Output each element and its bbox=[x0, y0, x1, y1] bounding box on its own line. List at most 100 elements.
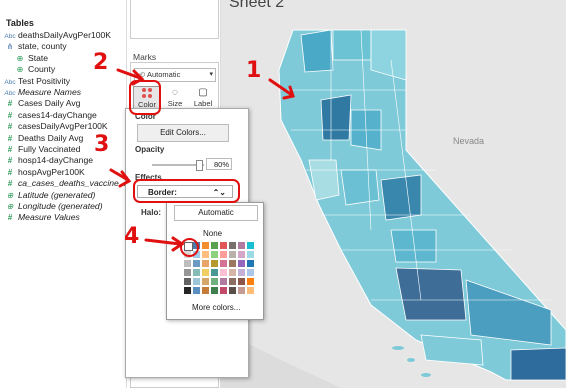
field-item[interactable]: # ca_cases_deaths_vaccine... bbox=[4, 178, 126, 189]
color-swatch[interactable] bbox=[220, 278, 227, 285]
color-swatch[interactable] bbox=[238, 251, 245, 258]
color-swatch[interactable] bbox=[184, 287, 191, 294]
hash-icon: # bbox=[7, 179, 13, 189]
field-item[interactable]: ⊕ Longitude (generated) bbox=[4, 201, 103, 212]
opacity-input[interactable]: 80% bbox=[206, 158, 232, 170]
field-item[interactable]: # Measure Values bbox=[4, 212, 80, 223]
field-label: Longitude (generated) bbox=[18, 201, 103, 211]
field-item[interactable]: ⋔ state, county bbox=[4, 41, 67, 52]
color-swatch[interactable] bbox=[193, 269, 200, 276]
field-item[interactable]: # Fully Vaccinated bbox=[4, 144, 81, 155]
color-swatch[interactable] bbox=[193, 287, 200, 294]
sheet-title: Sheet 2 bbox=[229, 0, 285, 11]
color-swatch[interactable] bbox=[184, 278, 191, 285]
abc-icon: Abc bbox=[4, 33, 16, 40]
halo-none-option[interactable]: None bbox=[203, 229, 222, 238]
mark-type-icon: ⟲ bbox=[139, 70, 146, 79]
label-icon: ▢ bbox=[198, 87, 208, 98]
field-label: Measure Names bbox=[18, 87, 82, 97]
globe-icon: ⊕ bbox=[16, 53, 24, 63]
color-swatch[interactable] bbox=[211, 242, 218, 249]
color-swatch[interactable] bbox=[238, 260, 245, 267]
size-icon: ◌ bbox=[172, 87, 178, 98]
color-swatch[interactable] bbox=[202, 242, 209, 249]
field-label: cases14-dayChange bbox=[18, 109, 97, 120]
field-label: Fully Vaccinated bbox=[18, 144, 81, 154]
chevron-down-icon: ▾ bbox=[209, 71, 213, 78]
color-swatch[interactable] bbox=[202, 251, 209, 258]
color-swatch[interactable] bbox=[220, 242, 227, 249]
color-swatch[interactable] bbox=[229, 251, 236, 258]
field-item[interactable]: Abc Test Positivity bbox=[4, 76, 70, 87]
color-swatch[interactable] bbox=[184, 269, 191, 276]
abc-icon: Abc bbox=[4, 78, 16, 86]
field-label: Latitude (generated) bbox=[18, 189, 96, 200]
field-label: deathsDailyAvgPer100K bbox=[18, 30, 111, 40]
color-swatch[interactable] bbox=[229, 287, 236, 294]
color-swatch[interactable] bbox=[238, 269, 245, 276]
field-item[interactable]: ⊕ County bbox=[14, 64, 56, 75]
hier-icon: ⋔ bbox=[6, 42, 14, 52]
field-item[interactable]: Abc Measure Names bbox=[4, 87, 81, 98]
color-swatch[interactable] bbox=[247, 260, 254, 267]
map-view[interactable]: Nevada bbox=[221, 0, 566, 388]
color-swatch[interactable] bbox=[211, 251, 218, 258]
color-swatch[interactable] bbox=[202, 278, 209, 285]
state-label-nevada: Nevada bbox=[453, 136, 484, 146]
field-label: casesDailyAvgPer100K bbox=[18, 121, 108, 132]
opacity-slider-thumb[interactable] bbox=[196, 160, 203, 171]
color-swatch[interactable] bbox=[247, 242, 254, 249]
hash-icon: # bbox=[7, 213, 13, 223]
field-item[interactable]: # casesDailyAvgPer100K bbox=[4, 121, 108, 132]
color-swatch[interactable] bbox=[238, 287, 245, 294]
field-label: hospAvgPer100K bbox=[18, 166, 85, 177]
color-swatch[interactable] bbox=[211, 260, 218, 267]
size-mark-label: Size bbox=[167, 99, 183, 108]
pages-shelf[interactable] bbox=[130, 0, 219, 39]
color-swatch[interactable] bbox=[220, 269, 227, 276]
color-swatch[interactable] bbox=[211, 278, 218, 285]
color-swatch[interactable] bbox=[220, 251, 227, 258]
color-swatch[interactable] bbox=[247, 269, 254, 276]
field-item[interactable]: # hosp14-dayChange bbox=[4, 155, 93, 166]
color-swatch[interactable] bbox=[247, 287, 254, 294]
field-item[interactable]: # Deaths Daily Avg bbox=[4, 132, 84, 144]
color-swatch[interactable] bbox=[211, 269, 218, 276]
field-item[interactable]: Abc deathsDailyAvgPer100K bbox=[4, 30, 111, 41]
data-pane-title: Tables bbox=[6, 18, 34, 28]
field-item[interactable]: ⊕ State bbox=[14, 53, 48, 64]
mark-type-value: Automatic bbox=[146, 70, 181, 79]
field-label: hosp14-dayChange bbox=[18, 155, 94, 166]
color-swatch[interactable] bbox=[247, 251, 254, 258]
label-mark-label: Label bbox=[193, 99, 213, 108]
color-swatch[interactable] bbox=[211, 287, 218, 294]
color-swatch[interactable] bbox=[229, 278, 236, 285]
color-swatch[interactable] bbox=[193, 278, 200, 285]
more-colors-link[interactable]: More colors... bbox=[192, 303, 240, 312]
color-swatch[interactable] bbox=[202, 260, 209, 267]
field-label: Test Positivity bbox=[18, 75, 71, 86]
edit-colors-button[interactable]: Edit Colors... bbox=[137, 124, 229, 142]
color-swatch[interactable] bbox=[238, 278, 245, 285]
hash-icon: # bbox=[7, 99, 13, 109]
field-label: ca_cases_deaths_vaccine... bbox=[18, 178, 126, 189]
annotation-2: 2 bbox=[93, 50, 109, 75]
color-swatch[interactable] bbox=[247, 278, 254, 285]
field-item[interactable]: ⊕ Latitude (generated) bbox=[4, 189, 96, 201]
field-item[interactable]: # cases14-dayChange bbox=[4, 110, 97, 121]
halo-automatic-button[interactable]: Automatic bbox=[174, 205, 258, 221]
color-swatch[interactable] bbox=[229, 269, 236, 276]
color-swatch[interactable] bbox=[184, 260, 191, 267]
color-swatch[interactable] bbox=[238, 242, 245, 249]
field-item[interactable]: # Cases Daily Avg bbox=[4, 98, 81, 109]
color-swatch[interactable] bbox=[202, 269, 209, 276]
color-swatch[interactable] bbox=[229, 260, 236, 267]
color-swatch[interactable] bbox=[229, 242, 236, 249]
color-swatch[interactable] bbox=[193, 260, 200, 267]
color-swatch[interactable] bbox=[202, 287, 209, 294]
color-swatch[interactable] bbox=[220, 260, 227, 267]
annotation-4: 4 bbox=[124, 224, 140, 249]
color-swatch[interactable] bbox=[220, 287, 227, 294]
field-item[interactable]: # hospAvgPer100K bbox=[4, 167, 85, 178]
field-label: Deaths Daily Avg bbox=[18, 132, 84, 143]
